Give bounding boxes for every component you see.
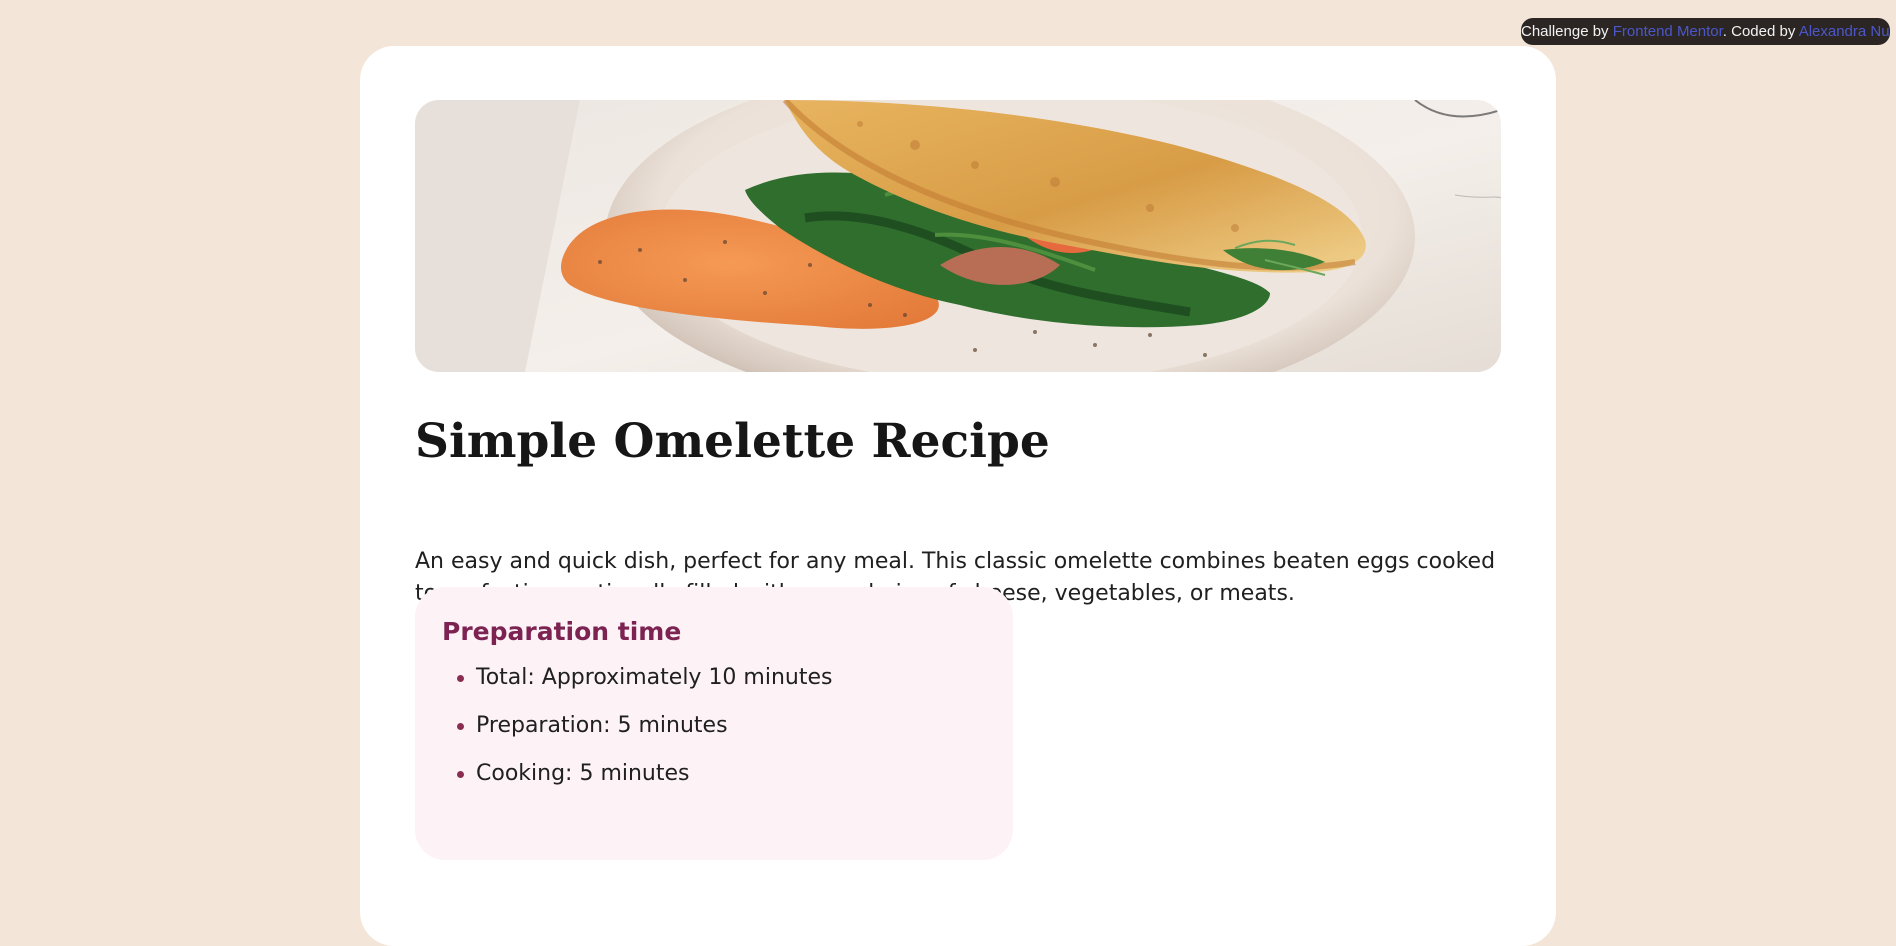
preparation-item-text: Cooking: 5 minutes xyxy=(476,761,690,786)
preparation-list-item: Preparation: 5 minutes xyxy=(442,713,832,761)
recipe-card: Simple Omelette Recipe An easy and quick… xyxy=(360,46,1556,946)
attribution-middle: . Coded by xyxy=(1722,23,1799,40)
bullet-icon xyxy=(457,771,464,778)
omelette-hero-image xyxy=(415,100,1501,372)
preparation-item-text: Total: Approximately 10 minutes xyxy=(476,665,833,690)
preparation-title: Preparation time xyxy=(442,617,682,646)
recipe-title: Simple Omelette Recipe xyxy=(415,414,1050,469)
preparation-time-panel: Preparation time Total: Approximately 10… xyxy=(415,587,1013,860)
attribution-bar: Challenge by Frontend Mentor. Coded by A… xyxy=(1521,18,1890,45)
bullet-icon xyxy=(457,675,464,682)
attribution-prefix: Challenge by xyxy=(1521,23,1613,40)
preparation-list-item: Total: Approximately 10 minutes xyxy=(442,665,832,713)
preparation-item-text: Preparation: 5 minutes xyxy=(476,713,728,738)
bullet-icon xyxy=(457,723,464,730)
frontend-mentor-link[interactable]: Frontend Mentor xyxy=(1613,23,1723,40)
author-link[interactable]: Alexandra Nuthe xyxy=(1799,23,1890,40)
preparation-time-list: Total: Approximately 10 minutes Preparat… xyxy=(442,665,832,809)
preparation-list-item: Cooking: 5 minutes xyxy=(442,761,832,809)
omelette-illustration xyxy=(415,100,1501,372)
